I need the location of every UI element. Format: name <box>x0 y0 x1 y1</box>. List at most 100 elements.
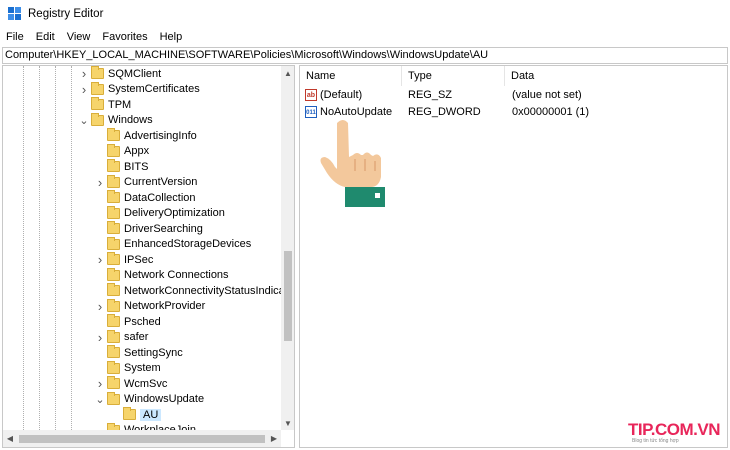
menu-bar: File Edit View Favorites Help <box>0 28 730 46</box>
chevron-right-icon[interactable]: › <box>95 330 105 345</box>
tree-item-label: CurrentVersion <box>124 176 198 189</box>
chevron-right-icon[interactable]: › <box>95 299 105 314</box>
tree-item-label: SQMClient <box>108 67 162 80</box>
expander-placeholder <box>95 130 105 142</box>
tree-item[interactable]: › CurrentVersion <box>95 174 198 191</box>
folder-icon <box>107 283 120 297</box>
tree-item[interactable]: DeliveryOptimization <box>95 205 225 222</box>
tree-item[interactable]: › safer <box>95 329 148 346</box>
folder-icon <box>91 66 104 80</box>
value-data: 0x00000001 (1) <box>512 106 590 118</box>
folder-icon <box>107 314 120 328</box>
tree-item[interactable]: › WcmSvc <box>95 376 167 392</box>
tree-item[interactable]: SettingSync <box>95 345 183 361</box>
tree-item-label: DeliveryOptimization <box>124 207 225 220</box>
folder-icon <box>107 345 120 359</box>
tree-item-label: TPM <box>108 98 132 111</box>
tree-item[interactable]: ⌄ WindowsUpdate <box>95 391 205 408</box>
tree-vertical-scrollbar[interactable]: ▲ ▼ <box>281 66 294 430</box>
value-name: (Default) <box>320 89 363 101</box>
tree-item[interactable]: › SQMClient <box>79 66 161 82</box>
menu-favorites[interactable]: Favorites <box>102 31 147 43</box>
pane-splitter[interactable] <box>296 65 298 448</box>
expander-placeholder <box>95 207 105 219</box>
chevron-right-icon[interactable]: › <box>95 175 105 190</box>
tree-item[interactable]: TPM <box>79 97 131 113</box>
tree-item[interactable]: › IPSec <box>95 252 153 268</box>
tree-item-label: Appx <box>124 145 150 158</box>
tree-item[interactable]: ⌄ Windows <box>79 112 153 129</box>
column-header-type[interactable]: Type <box>402 66 505 86</box>
tree-item-label: EnhancedStorageDevices <box>124 238 252 251</box>
watermark: TIP.COM.VN Blog tin tức tổng hợp <box>628 420 728 448</box>
tree-item[interactable]: › NetworkProvider <box>95 298 206 315</box>
value-row-default[interactable]: ab (Default) REG_SZ (value not set) <box>300 87 727 103</box>
chevron-down-icon[interactable]: ⌄ <box>95 393 105 406</box>
tree-guide-line <box>39 66 40 430</box>
tree-item[interactable]: Network Connections <box>95 267 229 284</box>
tree-horizontal-scroll-thumb[interactable] <box>19 435 265 443</box>
scroll-down-icon[interactable]: ▼ <box>281 416 294 430</box>
chevron-right-icon[interactable]: › <box>95 252 105 267</box>
menu-file[interactable]: File <box>6 31 24 43</box>
folder-icon <box>91 112 104 126</box>
tree-item[interactable]: AU <box>111 407 162 423</box>
tree-item-label: Network Connections <box>124 269 229 282</box>
expander-placeholder <box>79 99 89 111</box>
expander-placeholder <box>95 223 105 235</box>
column-header-name[interactable]: Name <box>300 66 402 86</box>
scroll-up-icon[interactable]: ▲ <box>281 66 294 80</box>
expander-placeholder <box>95 161 105 173</box>
tree-item-label: NetworkProvider <box>124 300 206 313</box>
address-bar[interactable]: Computer\HKEY_LOCAL_MACHINE\SOFTWARE\Pol… <box>2 47 728 64</box>
tree-item[interactable]: Psched <box>95 314 161 330</box>
tree-item-label: WindowsUpdate <box>124 393 205 406</box>
tree-item-label: NetworkConnectivityStatusIndicato <box>124 284 281 297</box>
pointing-hand-icon <box>320 120 385 207</box>
menu-edit[interactable]: Edit <box>36 31 55 43</box>
tree-item-label: SettingSync <box>124 346 183 359</box>
tree-item[interactable]: DriverSearching <box>95 221 203 237</box>
expander-placeholder <box>95 238 105 250</box>
tree-item-label: DataCollection <box>124 191 196 204</box>
tree-item[interactable]: › SystemCertificates <box>79 81 200 98</box>
folder-icon <box>107 329 120 343</box>
tree-item[interactable]: EnhancedStorageDevices <box>95 236 252 253</box>
tree-item-label: Windows <box>108 114 153 127</box>
tree-item[interactable]: AdvertisingInfo <box>95 128 197 144</box>
tree-item-label: DriverSearching <box>124 222 203 235</box>
expander-placeholder <box>95 145 105 157</box>
tree-item-label: WcmSvc <box>124 377 168 390</box>
scroll-right-icon[interactable]: ▶ <box>267 430 281 447</box>
chevron-right-icon[interactable]: › <box>95 376 105 391</box>
folder-icon <box>107 159 120 173</box>
folder-icon <box>107 298 120 312</box>
column-header-data[interactable]: Data <box>505 66 727 86</box>
scroll-left-icon[interactable]: ◀ <box>3 430 17 447</box>
tree-vertical-scroll-thumb[interactable] <box>284 251 292 341</box>
value-data: (value not set) <box>512 89 582 101</box>
tree-horizontal-scrollbar[interactable]: ◀ ▶ <box>3 430 281 447</box>
chevron-right-icon[interactable]: › <box>79 66 89 81</box>
tree-guide-line <box>55 66 56 430</box>
folder-icon <box>107 205 120 219</box>
window-title: Registry Editor <box>28 8 104 20</box>
tree-item[interactable]: NetworkConnectivityStatusIndicato <box>95 283 281 299</box>
tree-item[interactable]: DataCollection <box>95 190 196 206</box>
tree-item[interactable]: System <box>95 360 161 377</box>
folder-icon <box>107 190 120 204</box>
folder-icon <box>91 97 104 111</box>
tree-guide-line <box>71 66 72 430</box>
tree-item[interactable]: WorkplaceJoin <box>95 422 196 430</box>
value-type: REG_SZ <box>408 89 453 101</box>
folder-icon <box>107 236 120 250</box>
tree-item[interactable]: Appx <box>95 143 150 160</box>
key-tree-pane[interactable]: › SQMClient › SystemCertificates TPM ⌄ Windows… <box>2 65 295 448</box>
string-value-icon: ab <box>305 89 317 101</box>
tree-item[interactable]: BITS <box>95 159 148 175</box>
chevron-right-icon[interactable]: › <box>79 82 89 97</box>
menu-view[interactable]: View <box>67 31 91 43</box>
chevron-down-icon[interactable]: ⌄ <box>79 114 89 127</box>
menu-help[interactable]: Help <box>160 31 183 43</box>
folder-icon <box>91 81 104 95</box>
